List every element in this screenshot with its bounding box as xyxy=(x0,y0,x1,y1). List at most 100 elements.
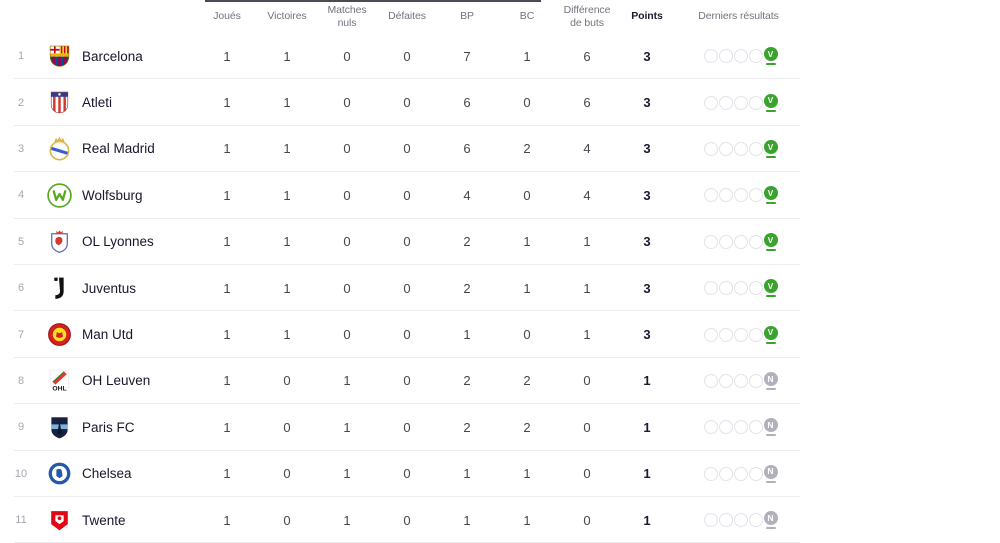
last-results: N xyxy=(677,418,800,437)
goals-for-value: 6 xyxy=(463,141,471,157)
points-value: 3 xyxy=(643,95,651,111)
table-row[interactable]: 3 Real Madrid 1 1 0 0 6 2 4 3 V xyxy=(0,126,800,173)
result-badge[interactable]: V xyxy=(763,139,778,154)
played-value: 1 xyxy=(223,48,231,64)
wins-value: 0 xyxy=(283,419,291,435)
result-circle-empty xyxy=(733,327,748,342)
draws-value: 1 xyxy=(343,373,351,389)
team-name: Barcelona xyxy=(82,48,143,64)
goal-difference-value: 4 xyxy=(583,187,591,203)
result-current-slot: V xyxy=(763,279,778,298)
result-badge[interactable]: N xyxy=(763,464,778,479)
column-header-goals-against: BC xyxy=(519,10,535,23)
result-current-slot: V xyxy=(763,325,778,344)
table-row[interactable]: 6 Juventus 1 1 0 0 2 1 1 3 V xyxy=(0,265,800,312)
goals-for-value: 2 xyxy=(463,280,471,296)
result-circle-empty xyxy=(733,513,748,528)
points-value: 3 xyxy=(643,141,651,157)
result-circle-empty xyxy=(748,513,763,528)
points-value: 3 xyxy=(643,327,651,343)
losses-value: 0 xyxy=(403,419,411,435)
points-value: 1 xyxy=(643,512,651,528)
last-results: V xyxy=(677,47,800,66)
table-header-row: Joués Victoires Matches nuls Défaites BP… xyxy=(0,0,800,33)
goal-difference-value: 0 xyxy=(583,466,591,482)
result-current-underline xyxy=(765,387,776,390)
rank-number: 10 xyxy=(14,467,28,480)
result-circle-empty xyxy=(733,95,748,110)
goals-against-value: 1 xyxy=(523,280,531,296)
result-circle-empty xyxy=(748,466,763,481)
result-badge[interactable]: V xyxy=(763,279,778,294)
result-circle-empty xyxy=(703,373,718,388)
table-row[interactable]: 9 Paris FC 1 0 1 0 2 2 0 1 N xyxy=(0,404,800,451)
result-badge[interactable]: V xyxy=(763,325,778,340)
result-circle-empty xyxy=(733,141,748,156)
result-circle-empty xyxy=(718,49,733,64)
result-current-underline xyxy=(765,63,776,66)
result-current-underline xyxy=(765,295,776,298)
result-circle-empty xyxy=(733,49,748,64)
played-value: 1 xyxy=(223,280,231,296)
column-header-played: Joués xyxy=(213,10,241,23)
result-badge[interactable]: N xyxy=(763,511,778,526)
table-row[interactable]: 4 Wolfsburg 1 1 0 0 4 0 4 3 V xyxy=(0,172,800,219)
result-current-underline xyxy=(765,527,776,530)
result-current-slot: V xyxy=(763,47,778,66)
last-results: V xyxy=(677,186,800,205)
goals-against-value: 0 xyxy=(523,327,531,343)
table-row[interactable]: 10 Chelsea 1 0 1 0 1 1 0 1 N xyxy=(0,451,800,498)
result-badge[interactable]: N xyxy=(763,418,778,433)
result-circle-empty xyxy=(733,420,748,435)
result-circle-empty xyxy=(748,281,763,296)
last-results: V xyxy=(677,325,800,344)
goal-difference-value: 1 xyxy=(583,280,591,296)
result-badge[interactable]: V xyxy=(763,47,778,62)
goals-for-value: 1 xyxy=(463,512,471,528)
goals-against-value: 1 xyxy=(523,512,531,528)
losses-value: 0 xyxy=(403,466,411,482)
ollyonnes-crest-icon xyxy=(46,228,73,255)
result-badge[interactable]: N xyxy=(763,371,778,386)
wins-value: 0 xyxy=(283,466,291,482)
result-current-slot: N xyxy=(763,511,778,530)
result-circle-empty xyxy=(703,95,718,110)
column-header-points: Points xyxy=(631,10,663,23)
top-edge-line xyxy=(205,0,541,2)
table-row[interactable]: 5 OL Lyonnes 1 1 0 0 2 1 1 3 V xyxy=(0,219,800,266)
team-name: Man Utd xyxy=(82,327,134,343)
result-badge[interactable]: V xyxy=(763,232,778,247)
table-row[interactable]: 2 Atleti 1 1 0 0 6 0 6 3 V xyxy=(0,79,800,127)
draws-value: 0 xyxy=(343,95,351,111)
table-row[interactable]: 7 Man Utd 1 1 0 0 1 0 1 3 V xyxy=(0,311,800,359)
table-row[interactable]: 11 Twente 1 0 1 0 1 1 0 1 N xyxy=(0,497,800,543)
result-circle-empty xyxy=(748,327,763,342)
result-circle-empty xyxy=(718,373,733,388)
rank-number: 7 xyxy=(17,328,25,341)
losses-value: 0 xyxy=(403,187,411,203)
wolfsburg-crest-icon xyxy=(46,182,73,209)
losses-value: 0 xyxy=(403,234,411,250)
result-current-underline xyxy=(765,248,776,251)
result-circle-empty xyxy=(718,420,733,435)
barcelona-crest-icon xyxy=(46,43,73,70)
rank-number: 3 xyxy=(17,142,25,155)
losses-value: 0 xyxy=(403,48,411,64)
result-current-slot: V xyxy=(763,186,778,205)
goal-difference-value: 0 xyxy=(583,419,591,435)
played-value: 1 xyxy=(223,234,231,250)
result-badge[interactable]: V xyxy=(763,186,778,201)
column-header-wins: Victoires xyxy=(267,10,307,23)
wins-value: 1 xyxy=(283,48,291,64)
losses-value: 0 xyxy=(403,327,411,343)
result-badge[interactable]: V xyxy=(763,93,778,108)
team-name: Atleti xyxy=(82,95,113,111)
table-row[interactable]: 8 OH Leuven 1 0 1 0 2 2 0 1 N xyxy=(0,358,800,405)
rank-number: 4 xyxy=(17,189,25,202)
chelsea-crest-icon xyxy=(46,460,73,487)
goals-against-value: 2 xyxy=(523,373,531,389)
result-current-slot: V xyxy=(763,93,778,112)
wins-value: 1 xyxy=(283,95,291,111)
column-header-draws: Matches nuls xyxy=(327,4,367,29)
table-row[interactable]: 1 Barcelona 1 1 0 0 7 1 6 3 V xyxy=(0,33,800,80)
